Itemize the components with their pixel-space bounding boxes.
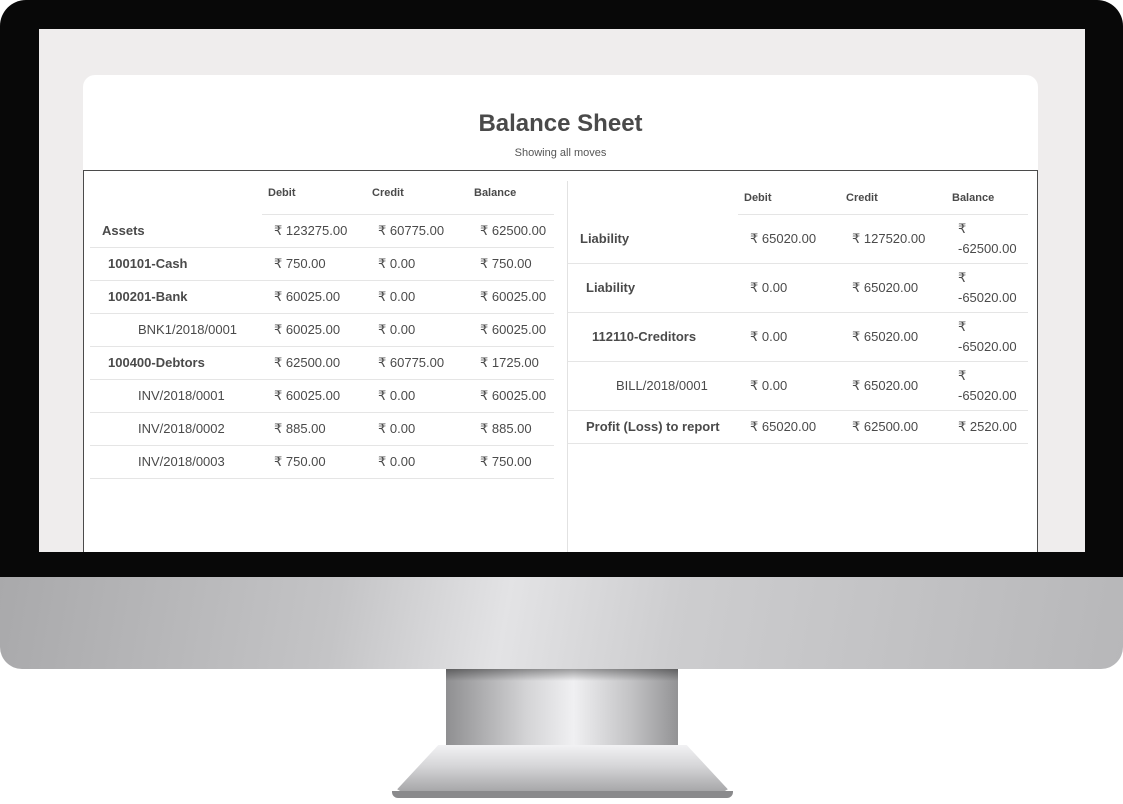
balance-value: ₹ 2520.00 [946,410,1028,444]
table-row[interactable]: Assets ₹ 123275.00 ₹ 60775.00 ₹ 62500.00 [90,214,554,248]
debit-value: ₹ 60025.00 [262,280,366,314]
debit-value: ₹ 60025.00 [262,379,366,413]
balance-value: ₹ -65020.00 [946,312,1028,362]
credit-value: ₹ 65020.00 [840,312,946,362]
account-name[interactable]: BILL/2018/0001 [568,361,738,411]
credit-value: ₹ 65020.00 [840,263,946,313]
monitor-stand-foot [390,745,735,797]
account-name[interactable]: Assets [90,214,262,248]
debit-value: ₹ 62500.00 [262,346,366,380]
balance-value: ₹ 1725.00 [468,346,554,380]
table-row[interactable]: INV/2018/0002 ₹ 885.00 ₹ 0.00 ₹ 885.00 [90,412,554,446]
header-debit[interactable]: Debit [738,181,840,215]
balance-value: ₹ 750.00 [468,247,554,281]
header-balance[interactable]: Balance [946,181,1028,215]
balance-value: ₹ 60025.00 [468,379,554,413]
balance-value: ₹ -65020.00 [946,361,1028,411]
balance-value: ₹ 62500.00 [468,214,554,248]
account-name[interactable]: 100201-Bank [90,280,262,314]
header-balance[interactable]: Balance [468,171,554,215]
credit-value: ₹ 60775.00 [366,346,468,380]
assets-panel: Debit Credit Balance Assets ₹ 123275.00 ₹ … [90,171,562,479]
balance-value: ₹ -65020.00 [946,263,1028,313]
header-credit[interactable]: Credit [840,181,946,215]
credit-value: ₹ 0.00 [366,379,468,413]
credit-value: ₹ 0.00 [366,445,468,479]
table-row[interactable]: Liability ₹ 65020.00 ₹ 127520.00 ₹ -62500.0… [568,214,1028,264]
assets-table-body: Assets ₹ 123275.00 ₹ 60775.00 ₹ 62500.00 100… [90,214,554,479]
debit-value: ₹ 60025.00 [262,313,366,347]
liability-table-header: Debit Credit Balance [568,181,1028,215]
monitor-chin [0,577,1123,669]
liability-table: Debit Credit Balance Liability ₹ 65020.00… [568,181,1028,444]
header-account [90,171,262,215]
assets-table-header: Debit Credit Balance [90,171,554,215]
account-name[interactable]: 100101-Cash [90,247,262,281]
credit-value: ₹ 0.00 [366,412,468,446]
report-title: Balance Sheet [478,110,643,137]
debit-value: ₹ 750.00 [262,247,366,281]
account-name[interactable]: INV/2018/0003 [90,445,262,479]
table-row[interactable]: INV/2018/0001 ₹ 60025.00 ₹ 0.00 ₹ 60025.00 [90,379,554,413]
table-row[interactable]: Profit (Loss) to report ₹ 65020.00 ₹ 62500… [568,410,1028,444]
balance-value: ₹ -62500.00 [946,214,1028,264]
monitor-stand-neck [446,669,678,749]
account-name[interactable]: INV/2018/0001 [90,379,262,413]
monitor-stand-shadow [446,669,678,681]
credit-value: ₹ 65020.00 [840,361,946,411]
header-account [568,181,738,215]
account-name[interactable]: BNK1/2018/0001 [90,313,262,347]
table-row[interactable]: 100101-Cash ₹ 750.00 ₹ 0.00 ₹ 750.00 [90,247,554,281]
credit-value: ₹ 0.00 [366,313,468,347]
monitor-stand-foot-edge [392,791,733,798]
report-subtitle: Showing all moves [514,147,607,159]
liability-panel: Debit Credit Balance Liability ₹ 65020.00… [568,181,1034,444]
account-name[interactable]: Liability [568,214,738,264]
header-credit[interactable]: Credit [366,171,468,215]
account-name[interactable]: Profit (Loss) to report [568,410,738,444]
assets-table: Debit Credit Balance Assets ₹ 123275.00 ₹ … [90,171,554,479]
debit-value: ₹ 0.00 [738,361,840,411]
account-name[interactable]: INV/2018/0002 [90,412,262,446]
balance-value: ₹ 60025.00 [468,280,554,314]
table-row[interactable]: 112110-Creditors ₹ 0.00 ₹ 65020.00 ₹ -65020… [568,312,1028,362]
account-name[interactable]: 100400-Debtors [90,346,262,380]
debit-value: ₹ 65020.00 [738,214,840,264]
credit-value: ₹ 0.00 [366,280,468,314]
credit-value: ₹ 0.00 [366,247,468,281]
table-row[interactable]: 100400-Debtors ₹ 62500.00 ₹ 60775.00 ₹ 1725… [90,346,554,380]
balance-value: ₹ 885.00 [468,412,554,446]
table-row[interactable]: INV/2018/0003 ₹ 750.00 ₹ 0.00 ₹ 750.00 [90,445,554,479]
debit-value: ₹ 65020.00 [738,410,840,444]
table-row[interactable]: BILL/2018/0001 ₹ 0.00 ₹ 65020.00 ₹ -65020.0… [568,361,1028,411]
debit-value: ₹ 750.00 [262,445,366,479]
account-name[interactable]: 112110-Creditors [568,312,738,362]
debit-value: ₹ 885.00 [262,412,366,446]
debit-value: ₹ 0.00 [738,312,840,362]
header-debit[interactable]: Debit [262,171,366,215]
table-row[interactable]: BNK1/2018/0001 ₹ 60025.00 ₹ 0.00 ₹ 60025.00 [90,313,554,347]
credit-value: ₹ 60775.00 [366,214,468,248]
table-row[interactable]: 100201-Bank ₹ 60025.00 ₹ 0.00 ₹ 60025.00 [90,280,554,314]
balance-value: ₹ 750.00 [468,445,554,479]
debit-value: ₹ 0.00 [738,263,840,313]
credit-value: ₹ 127520.00 [840,214,946,264]
monitor-screen: Balance Sheet Showing all moves Debit Cr… [39,29,1085,552]
credit-value: ₹ 62500.00 [840,410,946,444]
report-card: Balance Sheet Showing all moves Debit Cr… [83,75,1038,552]
liability-table-body: Liability ₹ 65020.00 ₹ 127520.00 ₹ -62500.0… [568,214,1028,444]
balance-value: ₹ 60025.00 [468,313,554,347]
report-frame: Debit Credit Balance Assets ₹ 123275.00 ₹ … [83,170,1038,552]
table-row[interactable]: Liability ₹ 0.00 ₹ 65020.00 ₹ -65020.00 [568,263,1028,313]
account-name[interactable]: Liability [568,263,738,313]
debit-value: ₹ 123275.00 [262,214,366,248]
